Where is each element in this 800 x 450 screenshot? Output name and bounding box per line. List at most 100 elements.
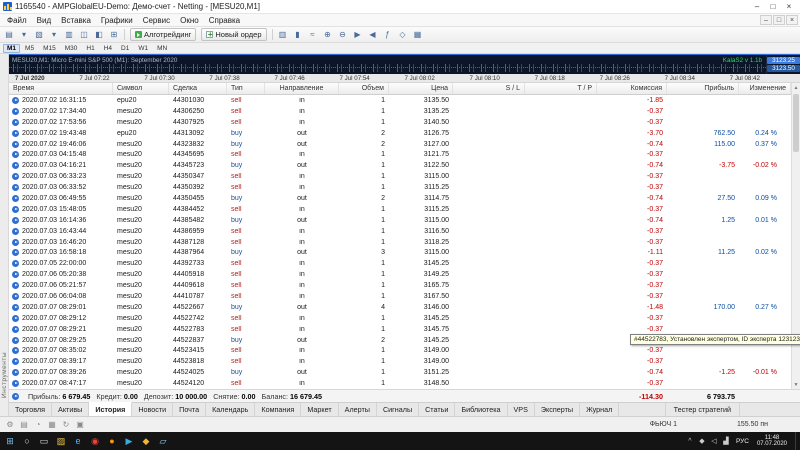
history-row[interactable]: 2020.07.07 08:35:02mesu2044523415sellin1…: [9, 345, 791, 356]
menu-item[interactable]: Вставка: [56, 14, 96, 26]
new-order-button[interactable]: Новый ордер: [201, 28, 266, 41]
tray-expand-icon[interactable]: ^: [685, 438, 695, 445]
tab-почта[interactable]: Почта: [173, 403, 206, 416]
zoom-in-icon[interactable]: ⊕: [321, 28, 335, 41]
history-row[interactable]: 2020.07.03 16:46:20mesu2044387128sellin1…: [9, 237, 791, 248]
language-indicator[interactable]: РУС: [734, 438, 751, 445]
history-row[interactable]: 2020.07.06 05:20:38mesu2044405918sellin1…: [9, 269, 791, 280]
tab-журнал[interactable]: Журнал: [580, 403, 619, 416]
menu-item[interactable]: Окно: [175, 14, 204, 26]
history-row[interactable]: 2020.07.03 16:58:18mesu2044387964buyout3…: [9, 247, 791, 258]
column-header-time[interactable]: Время: [9, 83, 113, 94]
column-header-deal[interactable]: Сделка: [169, 83, 227, 94]
connection-status-icon[interactable]: ⚙: [4, 419, 16, 431]
history-row[interactable]: 2020.07.03 04:15:48mesu2044345695sellin1…: [9, 149, 791, 160]
timeframe-m5[interactable]: M5: [21, 44, 38, 53]
history-row[interactable]: 2020.07.03 06:33:52mesu2044350392sellin1…: [9, 182, 791, 193]
history-row[interactable]: 2020.07.03 04:16:21mesu2044345723buyout1…: [9, 160, 791, 171]
auto-scroll-icon[interactable]: ▶: [351, 28, 365, 41]
history-row[interactable]: 2020.07.07 08:39:26mesu2044524025buyout1…: [9, 367, 791, 378]
tab-алерты[interactable]: Алерты: [339, 403, 377, 416]
objects-icon[interactable]: ◇: [396, 28, 410, 41]
history-row[interactable]: 2020.07.05 22:00:00mesu2044392733sellin1…: [9, 258, 791, 269]
history-row[interactable]: 2020.07.07 08:29:01mesu2044522667buyout4…: [9, 302, 791, 313]
column-header-direction[interactable]: Направление: [265, 83, 339, 94]
zoom-out-icon[interactable]: ⊖: [336, 28, 350, 41]
timeframe-m1[interactable]: M1: [3, 44, 20, 53]
minimize-button[interactable]: –: [749, 1, 765, 13]
explorer-icon[interactable]: ▨: [53, 433, 69, 449]
timeframe-d1[interactable]: D1: [117, 44, 133, 53]
profiles-icon[interactable]: ▧: [32, 28, 46, 41]
data-window-icon[interactable]: ◫: [77, 28, 91, 41]
maximize-button[interactable]: □: [765, 1, 781, 13]
history-row[interactable]: 2020.07.03 06:33:23mesu2044350347sellin1…: [9, 171, 791, 182]
volume-icon[interactable]: ◁: [709, 437, 719, 445]
notepad-icon[interactable]: ▱: [155, 433, 171, 449]
market-watch-icon[interactable]: ▥: [62, 28, 76, 41]
column-header-symbol[interactable]: Символ: [113, 83, 169, 94]
candles-chart-icon[interactable]: ▮: [291, 28, 305, 41]
show-desktop-button[interactable]: [795, 432, 798, 450]
algo-trading-button[interactable]: Алготрейдинг: [130, 28, 196, 41]
tab-компания[interactable]: Компания: [255, 403, 301, 416]
timeframe-mn[interactable]: MN: [153, 44, 171, 53]
history-row[interactable]: 2020.07.02 17:34:40mesu2044306250sellin1…: [9, 106, 791, 117]
column-header-change[interactable]: Изменение: [739, 83, 791, 94]
column-header-type[interactable]: Тип: [227, 83, 265, 94]
edge-icon[interactable]: e: [70, 433, 86, 449]
history-row[interactable]: 2020.07.03 15:48:05mesu2044384452sellin1…: [9, 204, 791, 215]
history-row[interactable]: 2020.07.06 05:21:57mesu2044409618sellin1…: [9, 280, 791, 291]
network-icon[interactable]: ▟: [721, 437, 731, 445]
tab-vps[interactable]: VPS: [508, 403, 535, 416]
tab-история[interactable]: История: [89, 402, 132, 416]
history-row[interactable]: 2020.07.02 19:43:48epu2044313092buyout23…: [9, 128, 791, 139]
chart-restore-button[interactable]: □: [773, 15, 785, 25]
timeframe-w1[interactable]: W1: [134, 44, 152, 53]
column-header-volume[interactable]: Объем: [339, 83, 389, 94]
chart-shift-icon[interactable]: ◀: [366, 28, 380, 41]
timeframe-h1[interactable]: H1: [82, 44, 98, 53]
tab-библиотека[interactable]: Библиотека: [455, 403, 507, 416]
timeframe-h4[interactable]: H4: [100, 44, 116, 53]
taskview-icon[interactable]: ▭: [36, 433, 52, 449]
history-row[interactable]: 2020.07.06 06:04:08mesu2044410787sellin1…: [9, 291, 791, 302]
chart-area[interactable]: MESU20,M1: Micro E-mini S&P 500 (M1): Se…: [9, 54, 800, 74]
close-button[interactable]: ×: [781, 1, 797, 13]
search-icon[interactable]: ○: [19, 433, 35, 449]
toolbox-dock-strip[interactable]: Инструменты: [0, 54, 9, 416]
tab-маркет[interactable]: Маркет: [301, 403, 338, 416]
column-header-tp[interactable]: T / P: [525, 83, 597, 94]
chart-minimize-button[interactable]: –: [760, 15, 772, 25]
column-header-sl[interactable]: S / L: [453, 83, 525, 94]
firefox-icon[interactable]: ●: [104, 433, 120, 449]
grid-status-icon[interactable]: ▦: [46, 419, 58, 431]
history-row[interactable]: 2020.07.07 08:29:21mesu2044522783sellin1…: [9, 324, 791, 335]
tab-strategy-tester[interactable]: Тестер стратегий: [665, 403, 740, 416]
journal-status-icon[interactable]: ▣: [74, 419, 86, 431]
navigator-icon[interactable]: ◧: [92, 28, 106, 41]
scrollbar-thumb[interactable]: [793, 94, 799, 152]
chevron-down-icon[interactable]: ▾: [17, 28, 31, 41]
column-header-commission[interactable]: Комиссия: [597, 83, 667, 94]
tab-торговля[interactable]: Торговля: [9, 403, 52, 416]
mail-status-icon[interactable]: ▤: [18, 419, 30, 431]
history-row[interactable]: 2020.07.03 16:14:36mesu2044385482buyout1…: [9, 215, 791, 226]
toolbox-icon[interactable]: ⊞: [107, 28, 121, 41]
chrome-icon[interactable]: ◉: [87, 433, 103, 449]
scroll-up-icon[interactable]: ▲: [792, 83, 800, 92]
timeframe-m15[interactable]: M15: [39, 44, 60, 53]
clock[interactable]: 11:48 07.07.2020: [754, 435, 790, 448]
history-row[interactable]: 2020.07.02 19:46:06mesu2044323832buyout2…: [9, 139, 791, 150]
tab-эксперты[interactable]: Эксперты: [535, 403, 580, 416]
column-header-profit[interactable]: Прибыль: [667, 83, 739, 94]
menu-item[interactable]: Сервис: [138, 14, 175, 26]
chevron-down-icon[interactable]: ▾: [47, 28, 61, 41]
history-row[interactable]: 2020.07.03 06:49:55mesu2044350455buyout2…: [9, 193, 791, 204]
new-chart-icon[interactable]: ▤: [2, 28, 16, 41]
timeframe-m30[interactable]: M30: [61, 44, 82, 53]
tab-активы[interactable]: Активы: [52, 403, 89, 416]
telegram-icon[interactable]: ▶: [121, 433, 137, 449]
indicators-icon[interactable]: ƒ: [381, 28, 395, 41]
refresh-status-icon[interactable]: ↻: [60, 419, 72, 431]
